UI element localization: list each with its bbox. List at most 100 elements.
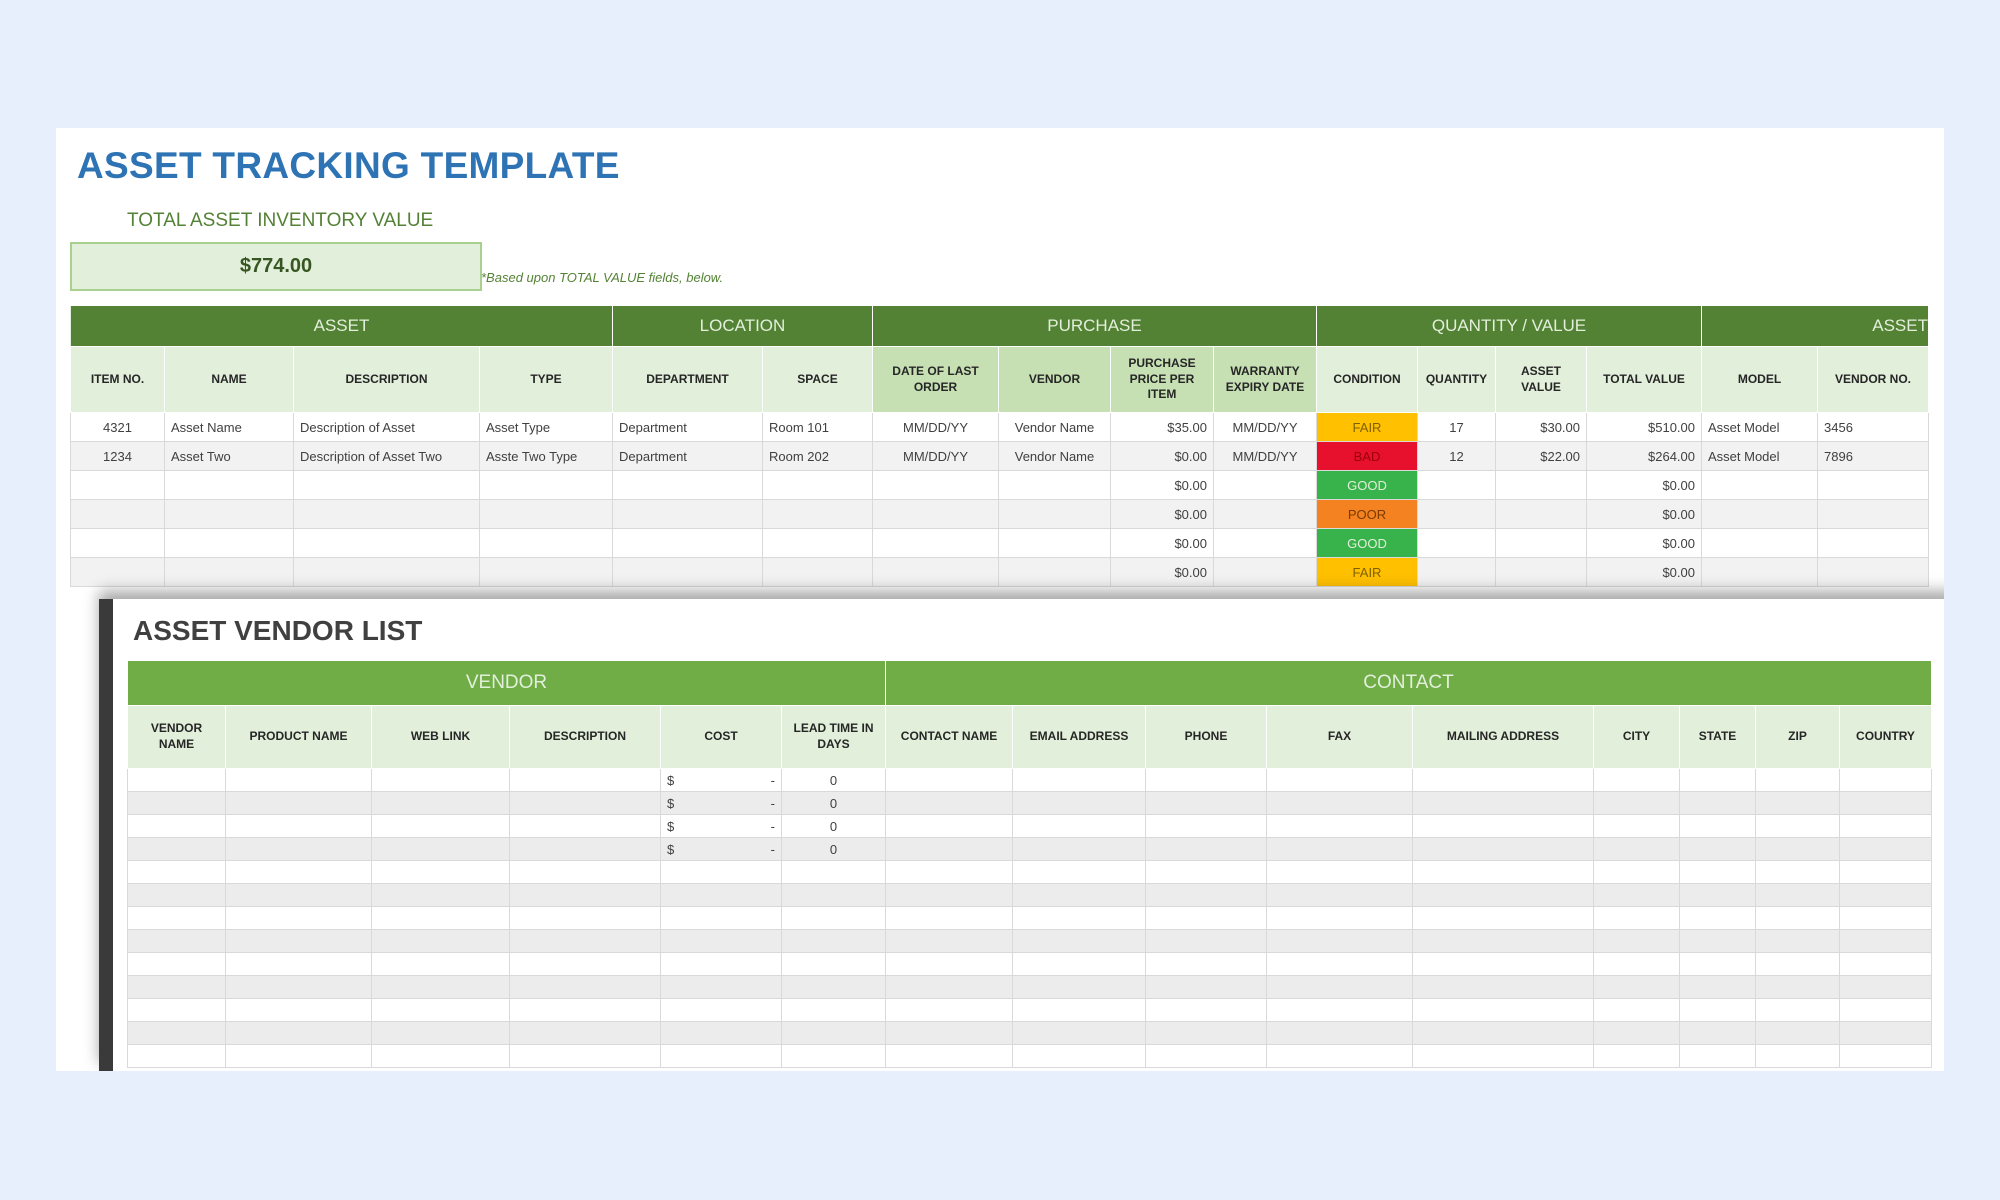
- table-cell[interactable]: $ -: [660, 837, 782, 861]
- table-cell[interactable]: [1839, 929, 1932, 953]
- table-cell[interactable]: [1012, 975, 1146, 999]
- table-cell[interactable]: [1417, 470, 1496, 500]
- table-cell[interactable]: [1755, 1021, 1840, 1045]
- table-cell[interactable]: [1701, 470, 1818, 500]
- column-header[interactable]: VENDOR: [998, 346, 1111, 413]
- table-cell[interactable]: [998, 528, 1111, 558]
- table-cell[interactable]: [1266, 998, 1413, 1022]
- table-cell[interactable]: 0: [781, 768, 886, 792]
- column-header[interactable]: CONTACT NAME: [885, 705, 1013, 769]
- table-cell[interactable]: [1755, 768, 1840, 792]
- table-cell[interactable]: [1412, 975, 1594, 999]
- table-cell[interactable]: [1593, 837, 1680, 861]
- table-cell[interactable]: [225, 814, 372, 838]
- table-cell[interactable]: [885, 906, 1013, 930]
- table-cell[interactable]: [1412, 791, 1594, 815]
- table-cell[interactable]: [479, 557, 613, 587]
- table-cell[interactable]: Asset Model: [1701, 412, 1818, 442]
- table-cell[interactable]: Description of Asset Two: [293, 441, 480, 471]
- table-cell[interactable]: [781, 952, 886, 976]
- table-cell[interactable]: [998, 557, 1111, 587]
- column-header[interactable]: VENDOR NO.: [1817, 346, 1929, 413]
- column-header[interactable]: ZIP: [1755, 705, 1840, 769]
- table-cell[interactable]: [1145, 1021, 1267, 1045]
- column-header[interactable]: PURCHASE PRICE PER ITEM: [1110, 346, 1214, 413]
- table-cell[interactable]: [509, 998, 661, 1022]
- table-cell[interactable]: [509, 883, 661, 907]
- table-cell[interactable]: [1145, 1044, 1267, 1068]
- column-header[interactable]: PHONE: [1145, 705, 1267, 769]
- table-cell[interactable]: [1412, 860, 1594, 884]
- table-cell[interactable]: [660, 929, 782, 953]
- table-cell[interactable]: [1679, 998, 1756, 1022]
- table-cell[interactable]: [1839, 768, 1932, 792]
- table-cell[interactable]: [1679, 814, 1756, 838]
- table-cell[interactable]: [1593, 952, 1680, 976]
- table-cell[interactable]: $ -: [660, 814, 782, 838]
- table-cell[interactable]: [371, 1021, 510, 1045]
- table-cell[interactable]: [660, 998, 782, 1022]
- table-cell[interactable]: Vendor Name: [998, 412, 1111, 442]
- table-cell[interactable]: [293, 499, 480, 529]
- table-cell[interactable]: $ -: [660, 768, 782, 792]
- table-cell[interactable]: [1755, 860, 1840, 884]
- table-cell[interactable]: [1679, 1044, 1756, 1068]
- table-cell[interactable]: [872, 499, 999, 529]
- group-location[interactable]: LOCATION: [612, 305, 873, 347]
- table-cell[interactable]: [1593, 768, 1680, 792]
- condition-badge[interactable]: FAIR: [1316, 412, 1418, 442]
- table-cell[interactable]: [127, 791, 226, 815]
- table-cell[interactable]: [1593, 814, 1680, 838]
- table-cell[interactable]: [762, 528, 873, 558]
- table-cell[interactable]: [781, 998, 886, 1022]
- table-cell[interactable]: [885, 768, 1013, 792]
- table-cell[interactable]: [1412, 929, 1594, 953]
- table-cell[interactable]: [1266, 860, 1413, 884]
- table-cell[interactable]: [293, 470, 480, 500]
- column-header[interactable]: STATE: [1679, 705, 1756, 769]
- table-cell[interactable]: [1679, 906, 1756, 930]
- table-cell[interactable]: $0.00: [1110, 557, 1214, 587]
- table-cell[interactable]: [1145, 906, 1267, 930]
- table-cell[interactable]: [1839, 860, 1932, 884]
- table-cell[interactable]: [1679, 883, 1756, 907]
- table-cell[interactable]: [998, 470, 1111, 500]
- group-asset-details[interactable]: ASSET: [1701, 305, 1929, 347]
- table-cell[interactable]: MM/DD/YY: [872, 412, 999, 442]
- table-cell[interactable]: [1839, 952, 1932, 976]
- table-cell[interactable]: Asset Name: [164, 412, 294, 442]
- table-cell[interactable]: [1012, 768, 1146, 792]
- table-cell[interactable]: [1012, 791, 1146, 815]
- table-cell[interactable]: $0.00: [1110, 441, 1214, 471]
- column-header[interactable]: COUNTRY: [1839, 705, 1932, 769]
- table-cell[interactable]: [660, 860, 782, 884]
- table-cell[interactable]: [1839, 998, 1932, 1022]
- table-cell[interactable]: Department: [612, 412, 763, 442]
- table-cell[interactable]: [1593, 998, 1680, 1022]
- table-cell[interactable]: [127, 837, 226, 861]
- table-cell[interactable]: [371, 860, 510, 884]
- inventory-value-cell[interactable]: $774.00: [70, 242, 482, 291]
- table-cell[interactable]: [225, 883, 372, 907]
- table-cell[interactable]: [1145, 929, 1267, 953]
- column-header[interactable]: VENDOR NAME: [127, 705, 226, 769]
- table-cell[interactable]: [1412, 814, 1594, 838]
- table-cell[interactable]: 4321: [70, 412, 165, 442]
- table-cell[interactable]: [885, 975, 1013, 999]
- column-header[interactable]: WARRANTY EXPIRY DATE: [1213, 346, 1317, 413]
- table-cell[interactable]: [1012, 814, 1146, 838]
- table-cell[interactable]: [1012, 906, 1146, 930]
- table-cell[interactable]: [1839, 1021, 1932, 1045]
- table-cell[interactable]: [1495, 499, 1587, 529]
- table-cell[interactable]: [1593, 1021, 1680, 1045]
- table-cell[interactable]: [1213, 557, 1317, 587]
- column-header[interactable]: QUANTITY: [1417, 346, 1496, 413]
- column-header[interactable]: TYPE: [479, 346, 613, 413]
- table-cell[interactable]: [164, 499, 294, 529]
- table-cell[interactable]: Asset Model: [1701, 441, 1818, 471]
- table-cell[interactable]: [1412, 1021, 1594, 1045]
- table-cell[interactable]: [1266, 1044, 1413, 1068]
- table-cell[interactable]: [1755, 814, 1840, 838]
- table-cell[interactable]: [872, 470, 999, 500]
- table-cell[interactable]: [1817, 528, 1929, 558]
